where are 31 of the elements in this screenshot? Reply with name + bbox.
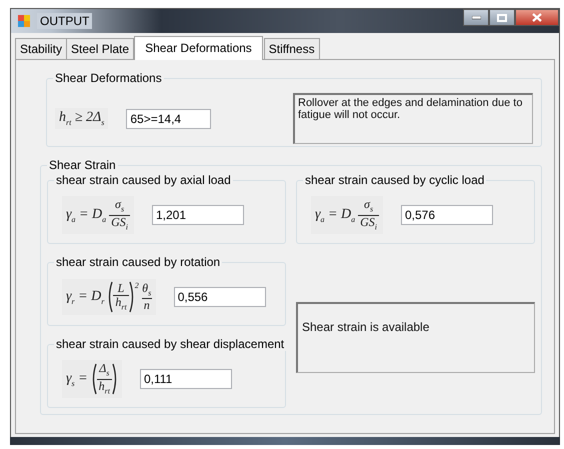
maximize-button[interactable]	[489, 9, 515, 26]
group-title: shear strain caused by rotation	[54, 255, 222, 269]
bracket-icon	[90, 363, 97, 395]
result-field[interactable]: 1,201	[152, 205, 244, 225]
app-icon	[17, 14, 31, 28]
tab[interactable]: Stiffness	[264, 38, 320, 59]
tab[interactable]: Steel Plate	[66, 38, 134, 59]
formula: γ$_{r}$ = D$_{r}$ L h$_{rt}$ $^{2}$ θ$_{s}$ n	[62, 279, 156, 315]
tab[interactable]: Shear Deformations	[134, 36, 263, 60]
message-box: Rollover at the edges and delamination due to fatigue will not occur.	[293, 93, 533, 144]
result-field[interactable]: 0,576	[401, 205, 493, 225]
minimize-icon	[472, 16, 480, 20]
formula: h$_{rt}$ ≥ 2Δ$_{s}$	[55, 108, 108, 129]
maximize-icon	[497, 14, 507, 22]
close-button[interactable]	[515, 9, 559, 26]
group-title: shear strain caused by axial load	[54, 173, 233, 187]
close-icon	[532, 13, 542, 22]
result-field[interactable]: 0,556	[174, 287, 266, 307]
bracket-icon	[128, 281, 135, 313]
group-title: shear strain caused by shear displacement	[54, 337, 286, 351]
result-field[interactable]: 0,111	[140, 369, 232, 389]
tab[interactable]: Stability	[15, 38, 68, 59]
result-field[interactable]: 65>=14,4	[126, 108, 212, 128]
message-box: Shear strain is available	[296, 302, 535, 373]
bracket-icon	[107, 281, 114, 313]
window-title: OUTPUT	[37, 13, 92, 29]
bracket-icon	[112, 363, 118, 395]
group-title: shear strain caused by cyclic load	[303, 173, 486, 187]
minimize-button[interactable]	[463, 9, 489, 26]
group-title: Shear Deformations	[53, 71, 164, 85]
group-title: Shear Strain	[47, 158, 118, 172]
